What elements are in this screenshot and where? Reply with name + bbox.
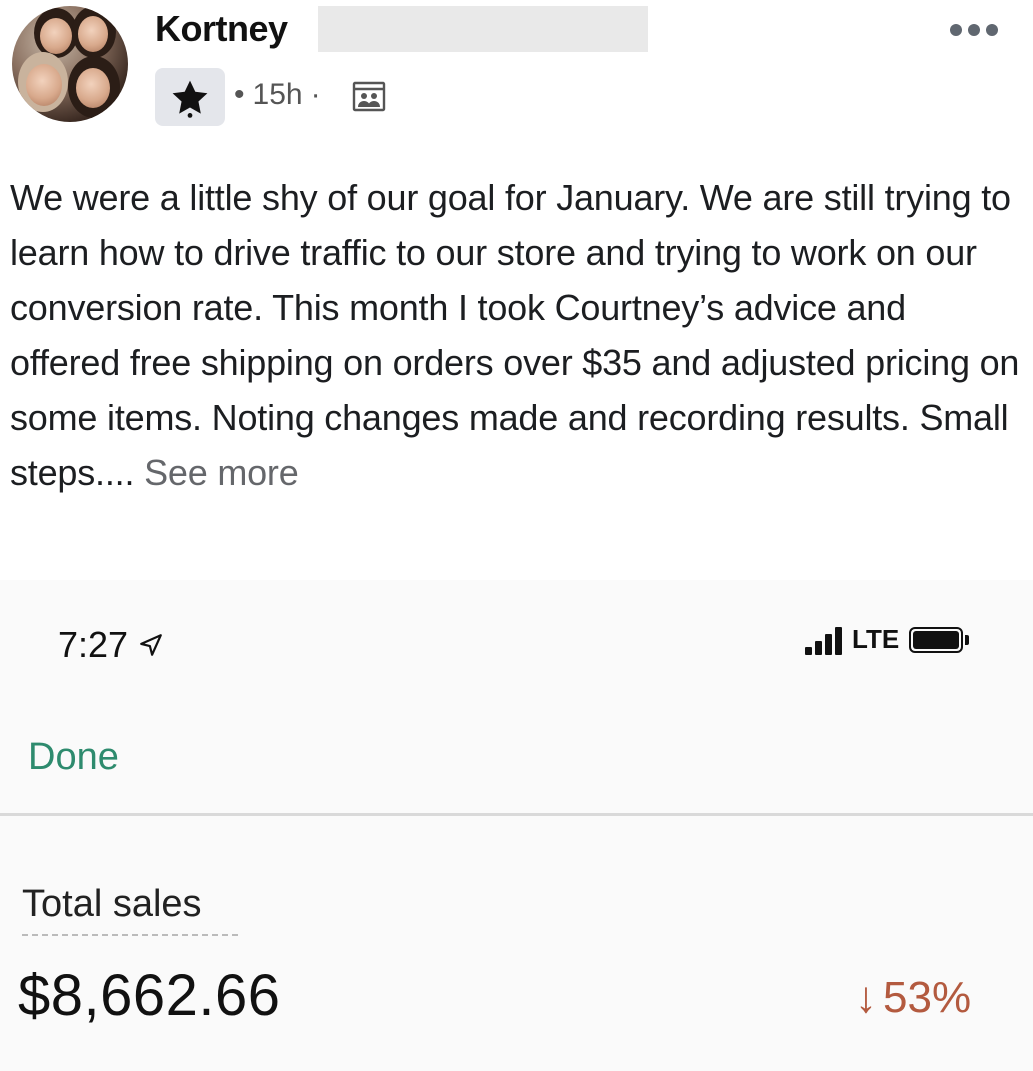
author-avatar[interactable] (12, 6, 128, 122)
change-percent: 53% (883, 973, 972, 1022)
star-badge[interactable] (155, 68, 225, 126)
sales-change: ↓ 53% (855, 973, 971, 1023)
location-arrow-icon (140, 634, 162, 656)
post-body-text: We were a little shy of our goal for Jan… (10, 177, 1020, 493)
post-body: We were a little shy of our goal for Jan… (10, 170, 1020, 500)
meta-separator: • (234, 78, 245, 111)
total-sales-value: $8,662.66 (18, 963, 281, 1028)
network-type-label: LTE (852, 624, 900, 654)
star-badge-icon (172, 80, 208, 118)
more-options-icon[interactable] (950, 20, 1002, 40)
status-bar-indicators: LTE (805, 624, 970, 655)
signal-strength-icon (805, 625, 842, 655)
author-name[interactable]: Kortney (155, 8, 288, 50)
done-button[interactable]: Done (28, 736, 119, 779)
battery-tip (965, 634, 970, 645)
battery-icon (909, 626, 964, 653)
status-bar-time: 7:27 (58, 624, 164, 666)
total-sales-label[interactable]: Total sales (22, 883, 202, 926)
divider (0, 813, 1033, 816)
group-privacy-icon[interactable] (352, 80, 386, 114)
post-card: Kortney • 15h · We were a little shy of … (0, 0, 1033, 580)
embedded-screenshot: 7:27 LTE Done Total sales $8,662.66 ↓ 53… (0, 580, 1033, 1071)
down-arrow-icon: ↓ (855, 973, 877, 1022)
post-timestamp[interactable]: 15h (253, 78, 303, 112)
post-meta: • 15h · (234, 78, 321, 112)
status-time-text: 7:27 (58, 624, 129, 665)
see-more-link[interactable]: See more (144, 452, 299, 493)
label-underline (22, 934, 238, 936)
meta-separator-2: · (310, 78, 321, 111)
redacted-surname (318, 6, 648, 52)
